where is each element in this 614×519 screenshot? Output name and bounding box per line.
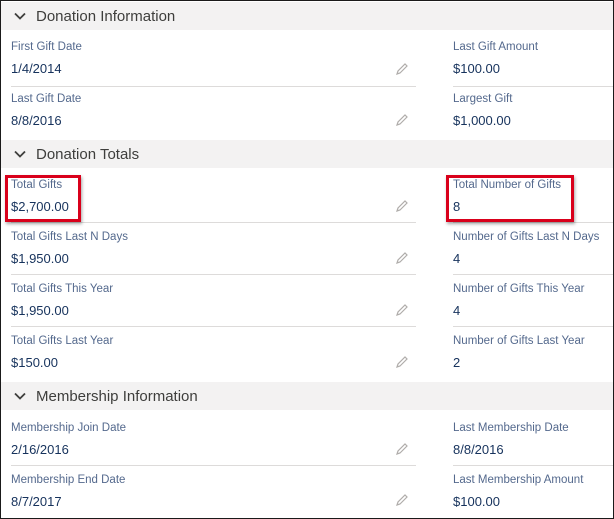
field-label: Membership End Date xyxy=(11,474,126,486)
field-label: Membership Join Date xyxy=(11,422,127,434)
highlight-box-total-number-of-gifts xyxy=(446,175,574,222)
field-value: 2 xyxy=(453,355,461,370)
pencil-edit-icon[interactable] xyxy=(395,62,409,76)
field-label: Last Gift Date xyxy=(11,93,82,105)
field-label: Last Membership Date xyxy=(453,422,569,434)
field-value: $100.00 xyxy=(453,61,500,76)
field-value: $1,000.00 xyxy=(453,113,511,128)
field-value: 8/8/2016 xyxy=(11,113,62,128)
pencil-edit-icon[interactable] xyxy=(395,493,409,507)
pencil-edit-icon[interactable] xyxy=(395,251,409,265)
field-value: 1/4/2014 xyxy=(11,61,62,76)
field-label: Last Gift Amount xyxy=(453,41,539,53)
chevron-down-icon[interactable] xyxy=(13,9,27,23)
pencil-edit-icon[interactable] xyxy=(395,199,409,213)
section-title: Donation Totals xyxy=(36,145,140,163)
divider xyxy=(11,86,416,87)
field-label: Largest Gift xyxy=(453,93,513,105)
divider xyxy=(453,465,613,466)
divider xyxy=(11,326,416,327)
divider xyxy=(453,222,613,223)
pencil-edit-icon[interactable] xyxy=(395,442,409,456)
chevron-down-icon[interactable] xyxy=(13,147,27,161)
field-label: Number of Gifts Last N Days xyxy=(453,231,600,243)
field-value: $100.00 xyxy=(453,494,500,509)
field-value: 4 xyxy=(453,251,461,266)
section-header-donation-totals[interactable]: Donation Totals xyxy=(1,140,613,168)
divider xyxy=(11,465,416,466)
chevron-down-icon[interactable] xyxy=(13,389,27,403)
field-value: $1,950.00 xyxy=(11,251,69,266)
field-label: Total Gifts This Year xyxy=(11,283,114,295)
field-value: 8/7/2017 xyxy=(11,494,62,509)
divider xyxy=(11,222,416,223)
pencil-edit-icon[interactable] xyxy=(395,303,409,317)
field-value: 8/8/2016 xyxy=(453,442,504,457)
field-label: Number of Gifts Last Year xyxy=(453,335,585,347)
section-header-donation-information[interactable]: Donation Information xyxy=(1,2,613,30)
field-value: $1,950.00 xyxy=(11,303,69,318)
field-value: $150.00 xyxy=(11,355,58,370)
section-header-membership-information[interactable]: Membership Information xyxy=(1,382,613,410)
record-detail-panel: Donation Information First Gift Date 1/4… xyxy=(0,0,614,519)
divider xyxy=(453,274,613,275)
divider xyxy=(453,86,613,87)
section-title: Donation Information xyxy=(36,7,176,25)
field-label: Number of Gifts This Year xyxy=(453,283,585,295)
field-label: Last Membership Amount xyxy=(453,474,584,486)
pencil-edit-icon[interactable] xyxy=(395,355,409,369)
highlight-box-total-gifts xyxy=(5,175,81,222)
section-title: Membership Information xyxy=(36,387,198,405)
field-label: Total Gifts Last Year xyxy=(11,335,114,347)
pencil-edit-icon[interactable] xyxy=(395,113,409,127)
field-value: 4 xyxy=(453,303,461,318)
field-label: First Gift Date xyxy=(11,41,82,53)
field-value: 2/16/2016 xyxy=(11,442,69,457)
field-label: Total Gifts Last N Days xyxy=(11,231,128,243)
divider xyxy=(11,274,416,275)
divider xyxy=(453,326,613,327)
